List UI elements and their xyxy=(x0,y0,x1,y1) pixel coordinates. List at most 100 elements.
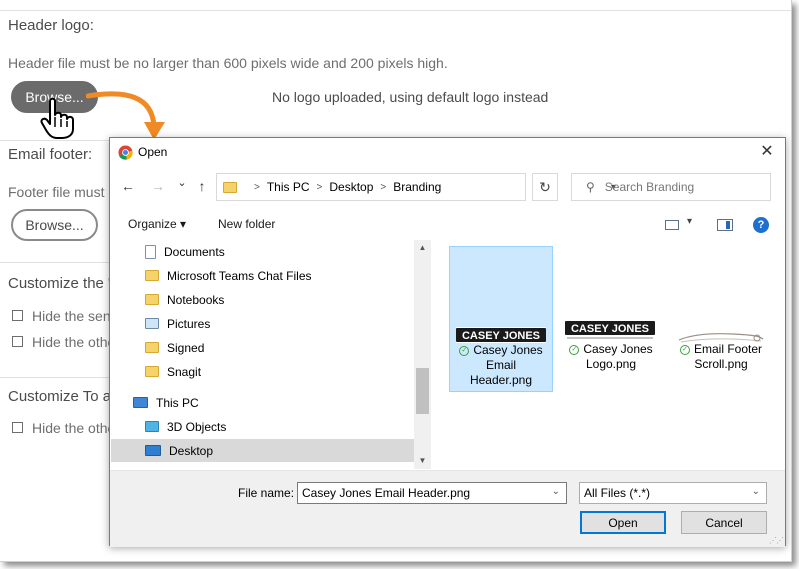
breadcrumb-desktop[interactable]: Desktop xyxy=(329,180,373,194)
folder-icon xyxy=(145,270,159,281)
file-item[interactable]: CASEY JONES ✓ Casey Jones Email Header.pn… xyxy=(449,246,553,392)
scrollbar-thumb[interactable] xyxy=(416,368,429,414)
cancel-button[interactable]: Cancel xyxy=(681,511,767,534)
dialog-title: Open xyxy=(138,145,168,159)
desktop-icon xyxy=(145,445,161,456)
file-name: ✓ Email Footer Scroll.png xyxy=(669,342,773,372)
tree-item-this-pc[interactable]: This PC xyxy=(111,391,414,414)
up-arrow-icon[interactable]: ↑ xyxy=(194,178,210,194)
open-file-dialog: Open ✕ ← → ⌄ ↑ > This PC > Desktop > Bra… xyxy=(109,137,786,547)
tree-item-notebooks[interactable]: Notebooks xyxy=(111,288,414,311)
tree-item-label: Microsoft Teams Chat Files xyxy=(167,268,312,283)
tree-item-pictures[interactable]: Pictures xyxy=(111,312,414,335)
computer-icon xyxy=(133,397,148,408)
customize-heading: Customize the " xyxy=(8,275,114,292)
folder-icon xyxy=(145,342,159,353)
view-options-icon[interactable] xyxy=(665,220,679,230)
new-folder-button[interactable]: New folder xyxy=(218,217,275,231)
tree-item-label: Snagit xyxy=(167,364,202,379)
sync-status-icon: ✓ xyxy=(679,344,690,355)
back-arrow-icon[interactable]: ← xyxy=(120,178,136,194)
tree-item-teams-chat-files[interactable]: Microsoft Teams Chat Files xyxy=(111,264,414,287)
pictures-icon xyxy=(145,318,159,329)
no-logo-message: No logo uploaded, using default logo ins… xyxy=(272,89,549,105)
folder-icon xyxy=(223,181,237,193)
tree-item-desktop[interactable]: Desktop xyxy=(111,439,414,462)
dialog-titlebar: Open ✕ xyxy=(110,138,785,167)
file-item[interactable]: CASEY JONES ✓ Casey Jones Logo.png xyxy=(559,246,663,392)
thumbnail-text: CASEY JONES xyxy=(462,330,540,342)
organize-menu[interactable]: Organize ▾ xyxy=(128,217,186,231)
tree-item-label: Signed xyxy=(167,340,205,355)
forward-arrow-icon[interactable]: → xyxy=(150,178,166,194)
hand-pointer-icon xyxy=(40,97,74,139)
tree-item-signed[interactable]: Signed xyxy=(111,336,414,359)
hide-others-to-label: Hide the othe xyxy=(32,420,116,436)
orange-arrow-icon xyxy=(86,91,165,140)
command-bar: Organize ▾ New folder ▾ ? xyxy=(110,208,785,240)
dialog-footer: File name: Casey Jones Email Header.png … xyxy=(110,470,785,547)
customize-to-heading: Customize To ar xyxy=(8,388,117,405)
sync-status-icon: ✓ xyxy=(569,344,580,355)
breadcrumb-branding[interactable]: Branding xyxy=(393,180,441,194)
divider xyxy=(0,377,110,378)
file-name-label: File name: xyxy=(238,486,295,500)
document-icon xyxy=(145,244,156,259)
hide-others-to-checkbox[interactable] xyxy=(12,422,23,433)
tree-item-documents[interactable]: Documents xyxy=(111,240,414,263)
file-list: CASEY JONES ✓ Casey Jones Email Header.pn… xyxy=(432,240,785,469)
breadcrumb-this-pc[interactable]: This PC xyxy=(267,180,310,194)
close-icon[interactable]: ✕ xyxy=(757,142,777,162)
hide-sender-label: Hide the send xyxy=(32,308,119,324)
refresh-icon[interactable]: ↻ xyxy=(532,173,558,201)
view-options-chevron-icon[interactable]: ▾ xyxy=(687,216,692,227)
screenshot-frame: Header logo: Header file must be no larg… xyxy=(0,0,792,562)
search-input[interactable]: ⚲ Search Branding xyxy=(571,173,771,201)
tree-item-label: This PC xyxy=(156,395,199,410)
recent-locations-chevron-icon[interactable]: ⌄ xyxy=(174,176,190,189)
footer-size-hint: Footer file must b xyxy=(8,184,117,200)
tree-item-3d-objects[interactable]: 3D Objects xyxy=(111,415,414,438)
search-placeholder: Search Branding xyxy=(604,180,695,194)
sync-status-icon: ✓ xyxy=(459,345,470,356)
search-icon: ⚲ xyxy=(586,180,595,194)
chevron-down-icon[interactable]: ⌄ xyxy=(752,486,760,497)
divider xyxy=(0,10,791,11)
preview-pane-icon[interactable] xyxy=(717,219,733,231)
hide-sender-checkbox[interactable] xyxy=(12,310,23,321)
scroll-up-icon[interactable]: ▲ xyxy=(414,243,431,252)
chevron-down-icon[interactable]: ⌄ xyxy=(552,486,560,497)
tree-item-label: Desktop xyxy=(169,443,214,458)
email-footer-label: Email footer: xyxy=(8,146,93,163)
file-item[interactable]: ✓ Email Footer Scroll.png xyxy=(669,246,773,392)
tree-item-label: Documents xyxy=(164,244,225,259)
tree-item-label: 3D Objects xyxy=(167,419,227,434)
file-name-input[interactable]: Casey Jones Email Header.png ⌄ xyxy=(297,482,567,504)
navigation-tree: Documents Microsoft Teams Chat Files Not… xyxy=(111,240,414,469)
file-name: ✓ Casey Jones Email Header.png xyxy=(450,343,552,388)
browse-footer-button[interactable]: Browse... xyxy=(11,209,98,241)
address-bar[interactable]: > This PC > Desktop > Branding ▾ xyxy=(216,173,616,201)
tree-item-partial xyxy=(111,463,414,469)
chrome-icon xyxy=(118,145,133,160)
cube-icon xyxy=(145,421,159,432)
thumbnail-text: CASEY JONES xyxy=(571,323,649,335)
folder-icon xyxy=(145,366,159,377)
folder-icon xyxy=(145,294,159,305)
file-type-select[interactable]: All Files (*.*) ⌄ xyxy=(579,482,767,504)
header-logo-label: Header logo: xyxy=(8,17,94,34)
resize-grip-icon[interactable]: ⋰⋰ xyxy=(769,536,784,545)
tree-item-label: Pictures xyxy=(167,316,211,331)
header-size-hint: Header file must be no larger than 600 p… xyxy=(8,55,448,71)
file-name: ✓ Casey Jones Logo.png xyxy=(559,342,663,372)
tree-item-snagit[interactable]: Snagit xyxy=(111,360,414,383)
hide-others-label: Hide the othe xyxy=(32,334,116,350)
scroll-down-icon[interactable]: ▼ xyxy=(414,456,431,465)
tree-item-label: Notebooks xyxy=(167,292,225,307)
open-button[interactable]: Open xyxy=(580,511,666,534)
tree-scrollbar[interactable]: ▲ ▼ xyxy=(414,240,431,469)
help-icon[interactable]: ? xyxy=(753,217,769,233)
divider xyxy=(0,262,110,263)
navigation-bar: ← → ⌄ ↑ > This PC > Desktop > Branding ▾… xyxy=(110,172,785,202)
hide-others-checkbox[interactable] xyxy=(12,336,23,347)
